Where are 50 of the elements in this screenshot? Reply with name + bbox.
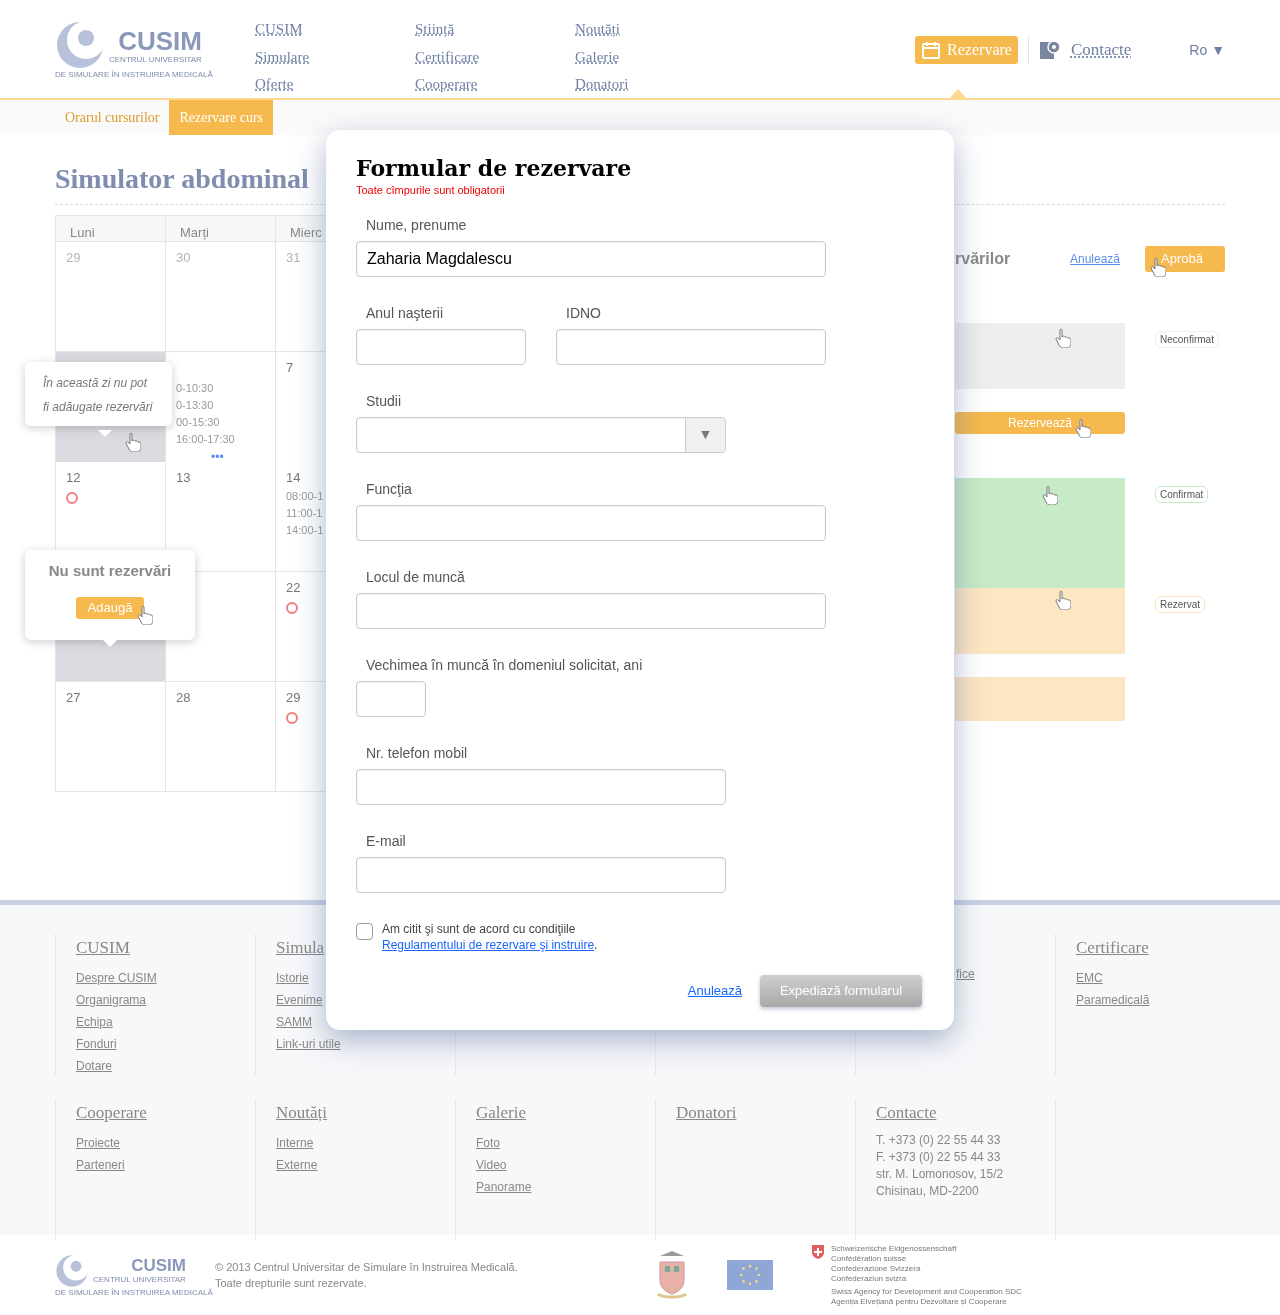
field-label: IDNO [566,303,601,323]
partner-text: Confédération suisse [831,1253,907,1264]
field-label: Studii [366,391,402,411]
weekday-label: Mierc [290,225,322,240]
field-label: Anul naşterii [366,303,444,323]
panel-heading: rvărilor [955,249,1012,269]
status-badge: Neconfirmat [1155,331,1219,348]
tooltip-text: În această zi nu pot fi adăugate rezervări [43,376,153,414]
partner-text: Confederaziun svizra [831,1273,907,1284]
modal-title: Formular de rezervare [356,154,632,182]
weekday-label: Luni [70,225,95,240]
field-label: Vechimea în muncă în domeniul solicitat, ani [366,655,643,675]
logo-text: CUSIM [118,26,202,55]
day-number: 30 [176,249,191,267]
logo-subtitle: CENTRUL UNIVERSITAR [109,54,202,64]
contact-line: Chisinau, MD-2200 [876,1184,979,1198]
day-number: 12 [66,469,81,487]
day-number: 28 [176,689,191,707]
field-label: E-mail [366,831,406,851]
field-label: Nr. telefon mobil [366,743,468,763]
day-number: 31 [286,249,301,267]
contact-line: T. +373 (0) 22 55 44 33 [876,1133,1001,1147]
required-note: Toate cîmpurile sunt obligatorii [356,183,505,198]
day-number: 13 [176,469,191,487]
logo-subtitle: CENTRUL UNIVERSITAR [93,1275,186,1284]
day-number: 7 [286,359,294,377]
logo-subtitle: DE SIMULARE ÎN INSTRUIREA MEDICALĂ [55,1287,213,1297]
contact-line: F. +373 (0) 22 55 44 33 [876,1150,1001,1164]
page-title: Simulator abdominal [55,163,309,195]
logo-text: CUSIM [131,1257,186,1275]
day-number: 14 [286,469,301,487]
logo-subtitle: DE SIMULARE ÎN INSTRUIREA MEDICALĂ [55,70,213,79]
partner-text: Schweizerische Eidgenossenschaft [831,1243,957,1254]
weekday-label: Marți [180,225,209,240]
day-number: 22 [286,579,301,597]
status-badge: Confirmat [1155,486,1209,503]
day-number: 29 [286,689,301,707]
status-badge: Rezervat [1155,596,1205,613]
copyright-text: Toate drepturile sunt rezervate. [215,1276,367,1291]
field-label: Funcţia [366,479,412,499]
day-number: 27 [66,689,81,707]
copyright-text: © 2013 Centrul Universitar de Simulare în Instruirea Medicală. [215,1259,518,1275]
partner-text: Agenția Elvețiană pentru Dezvoltare și Cooperare [831,1296,1007,1307]
field-label: Nume, prenume [366,215,467,235]
contact-line: str. M. Lomonosov, 15/2 [876,1167,1004,1181]
field-label: Locul de muncă [366,567,465,587]
day-number: 29 [66,249,81,267]
agreement-text: Am citit şi sunt de acord cu condiţiile Regulamentului de rezervare şi instruire. [382,920,599,953]
partner-text: Swiss Agency for Development and Cooperation SDC [831,1286,1022,1297]
partner-text: Confederazione Svizzera [831,1263,921,1274]
